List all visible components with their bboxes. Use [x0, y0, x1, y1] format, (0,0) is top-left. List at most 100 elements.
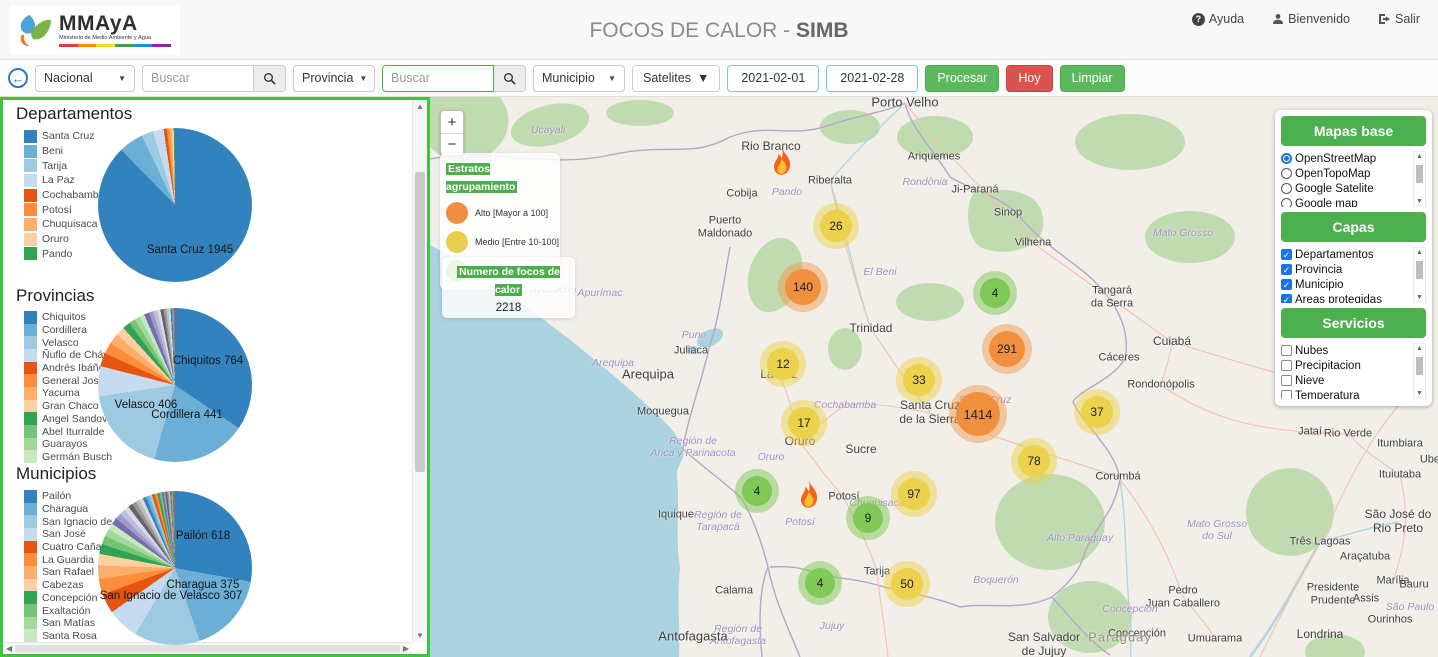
province-select[interactable]: Provincia▼ [293, 65, 375, 92]
cluster-marker[interactable]: 291 [989, 331, 1025, 367]
charts-horizontal-scrollbar[interactable]: ◀ ▶ [3, 642, 412, 654]
strata-item: Medio [Entre 10-100] [446, 231, 554, 253]
cluster-marker[interactable]: 140 [785, 269, 821, 305]
scroll-thumb[interactable] [1416, 357, 1423, 375]
pie-chart[interactable] [98, 491, 252, 645]
layer-option-departamentos[interactable]: ✓Departamentos [1281, 247, 1411, 262]
legend-swatch [24, 174, 37, 187]
scroll-up-icon[interactable]: ▲ [1414, 345, 1425, 352]
scroll-up-icon[interactable]: ▲ [413, 102, 427, 111]
basemap-option-openstreetmap[interactable]: OpenStreetMap [1281, 151, 1411, 166]
layer-option-municipio[interactable]: ✓Municipio [1281, 277, 1411, 292]
scroll-thumb[interactable] [415, 172, 425, 472]
map[interactable]: Porto VelhoRio BrancoAriquemesRondôniaJi… [430, 97, 1438, 657]
cluster-marker[interactable]: 4 [980, 278, 1010, 308]
layer-option-temperatura[interactable]: Temperatura [1281, 388, 1411, 399]
cluster-marker[interactable]: 26 [820, 210, 852, 242]
cluster-marker[interactable]: 78 [1018, 445, 1050, 477]
cluster-marker[interactable]: 97 [898, 478, 930, 510]
zoom-in-button[interactable]: + [441, 111, 463, 133]
cluster-marker[interactable]: 4 [742, 476, 772, 506]
satellites-dropdown-button[interactable]: Satelites▼ [632, 65, 720, 92]
panel-section-title: Mapas base [1281, 116, 1426, 146]
cluster-marker[interactable]: 17 [788, 407, 820, 439]
layer-option-areas-protegidas[interactable]: ✓Areas protegidas [1281, 292, 1411, 303]
legend-label: Beni [42, 145, 63, 157]
logout-link[interactable]: Salir [1378, 12, 1420, 26]
today-button[interactable]: Hoy [1006, 65, 1052, 92]
legend-swatch [24, 528, 37, 541]
scroll-right-icon[interactable]: ▶ [403, 644, 409, 653]
map-zoom-control: + − [440, 110, 464, 156]
charts-panel: ▲ ▼ ◀ ▶ DepartamentosSanta CruzBeniTarij… [0, 97, 430, 657]
panel-scrollbar[interactable]: ▲▼ [1413, 343, 1426, 399]
legend-item: Pando [24, 247, 104, 262]
panel-scrollbar[interactable]: ▲▼ [1413, 151, 1426, 207]
pie-chart[interactable] [98, 308, 252, 462]
province-search-input[interactable] [382, 65, 494, 92]
map-label: Pando [772, 186, 802, 198]
layer-option-nubes[interactable]: Nubes [1281, 343, 1411, 358]
level-select[interactable]: Nacional▼ [35, 65, 135, 92]
layer-option-nieve[interactable]: Nieve [1281, 373, 1411, 388]
scroll-thumb[interactable] [1416, 261, 1423, 279]
search-icon [263, 72, 276, 85]
scroll-down-icon[interactable]: ▼ [413, 631, 427, 640]
basemap-option-google-satelite[interactable]: Google Satelite [1281, 181, 1411, 196]
zoom-out-button[interactable]: − [441, 133, 463, 155]
pie-chart[interactable] [98, 128, 252, 282]
layer-option-precipitacion[interactable]: Precipitacion [1281, 358, 1411, 373]
map-label: São José do Rio Preto [1365, 508, 1432, 536]
map-label: San Salvador de Jujuy [1008, 631, 1080, 657]
cluster-marker[interactable]: 9 [853, 503, 883, 533]
cluster-marker[interactable]: 1414 [956, 392, 1000, 436]
map-label: Londrina [1297, 628, 1344, 642]
clear-button[interactable]: Limpiar [1060, 65, 1125, 92]
legend-label: Velasco [42, 337, 79, 349]
legend-label: San José [42, 528, 86, 540]
scroll-down-icon[interactable]: ▼ [1414, 294, 1425, 301]
cluster-marker[interactable]: 50 [891, 568, 923, 600]
option-label: Departamentos [1295, 249, 1374, 261]
municipality-select[interactable]: Municipio▼ [533, 65, 625, 92]
welcome-link[interactable]: Bienvenido [1272, 12, 1350, 26]
legend-swatch [24, 374, 37, 387]
map-label: Calama [715, 585, 753, 598]
user-icon [1272, 13, 1284, 25]
scroll-down-icon[interactable]: ▼ [1414, 198, 1425, 205]
collapse-panel-button[interactable]: ← [8, 68, 28, 88]
end-date-input[interactable] [826, 65, 918, 92]
province-search-button[interactable] [494, 65, 526, 92]
legend-swatch [24, 218, 37, 231]
department-search-input[interactable] [142, 65, 254, 92]
fire-icon[interactable] [767, 147, 797, 179]
panel-section-body: NubesPrecipitacionNieveTemperatura▲▼ [1281, 343, 1426, 399]
cluster-marker[interactable]: 4 [805, 568, 835, 598]
basemap-option-opentopomap[interactable]: OpenTopoMap [1281, 166, 1411, 181]
map-label: Rio Verde [1324, 428, 1372, 441]
panel-scrollbar[interactable]: ▲▼ [1413, 247, 1426, 303]
process-button[interactable]: Procesar [925, 65, 999, 92]
department-search-button[interactable] [254, 65, 286, 92]
map-label: Riberalta [808, 175, 852, 188]
cluster-marker[interactable]: 33 [903, 364, 935, 396]
cluster-marker[interactable]: 12 [767, 348, 799, 380]
scroll-thumb[interactable] [1416, 165, 1423, 183]
strata-legend-title: Estratos agrupamiento [446, 163, 517, 193]
scroll-up-icon[interactable]: ▲ [1414, 153, 1425, 160]
map-label: Moquegua [637, 406, 689, 419]
basemap-option-google-map[interactable]: Google map [1281, 196, 1411, 207]
scroll-up-icon[interactable]: ▲ [1414, 249, 1425, 256]
help-link[interactable]: ? Ayuda [1192, 12, 1244, 26]
fire-icon[interactable] [794, 480, 824, 512]
layer-option-provincia[interactable]: ✓Provincia [1281, 262, 1411, 277]
charts-vertical-scrollbar[interactable]: ▲ ▼ [412, 100, 427, 642]
legend-label: Chiquitos [42, 311, 86, 323]
cluster-marker[interactable]: 37 [1081, 396, 1113, 428]
start-date-input[interactable] [727, 65, 819, 92]
legend-item: Cochabamba [24, 188, 104, 203]
scroll-down-icon[interactable]: ▼ [1414, 390, 1425, 397]
scroll-thumb[interactable] [15, 645, 400, 652]
map-label: Mato Grosso [1153, 227, 1213, 239]
scroll-left-icon[interactable]: ◀ [6, 644, 12, 653]
